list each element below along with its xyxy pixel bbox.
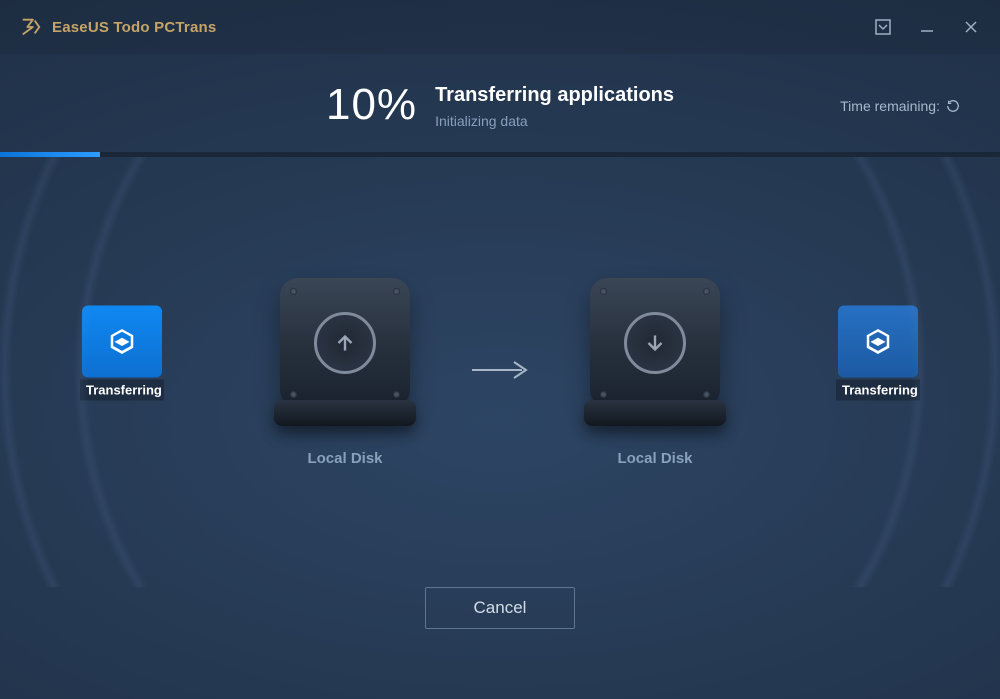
- brand-logo-icon: [20, 16, 42, 38]
- target-disk-label: Local Disk: [617, 450, 692, 467]
- minimize-button[interactable]: [918, 18, 936, 36]
- status-title: Transferring applications: [435, 84, 674, 107]
- footer: Cancel: [0, 587, 1000, 661]
- status-header: 10% Transferring applications Initializi…: [0, 80, 1000, 130]
- source-disk: Local Disk: [280, 278, 410, 467]
- upload-icon: [314, 312, 376, 374]
- time-remaining: Time remaining:: [840, 98, 960, 114]
- close-button[interactable]: [962, 18, 980, 36]
- dropdown-menu-button[interactable]: [874, 18, 892, 36]
- titlebar: EaseUS Todo PCTrans: [0, 0, 1000, 54]
- arrow-right-icon: [470, 358, 530, 387]
- target-badge-label: Transferring: [836, 380, 920, 401]
- time-remaining-label: Time remaining:: [840, 98, 940, 114]
- cancel-button[interactable]: Cancel: [425, 587, 575, 629]
- window-controls: [874, 18, 980, 36]
- app-title: EaseUS Todo PCTrans: [52, 19, 216, 36]
- source-badge-label: Transferring: [80, 380, 164, 401]
- progress-percent: 10%: [326, 80, 417, 130]
- download-icon: [624, 312, 686, 374]
- cube-icon: [838, 306, 918, 378]
- transfer-stage: Transferring Transferring Local Disk: [0, 157, 1000, 587]
- app-logo: EaseUS Todo PCTrans: [20, 16, 216, 38]
- status-subtitle: Initializing data: [435, 113, 674, 129]
- refresh-icon: [946, 99, 960, 113]
- target-disk: Local Disk: [590, 278, 720, 467]
- source-transfer-badge: Transferring: [80, 306, 164, 401]
- cube-icon: [82, 306, 162, 378]
- target-transfer-badge: Transferring: [836, 306, 920, 401]
- source-disk-label: Local Disk: [307, 450, 382, 467]
